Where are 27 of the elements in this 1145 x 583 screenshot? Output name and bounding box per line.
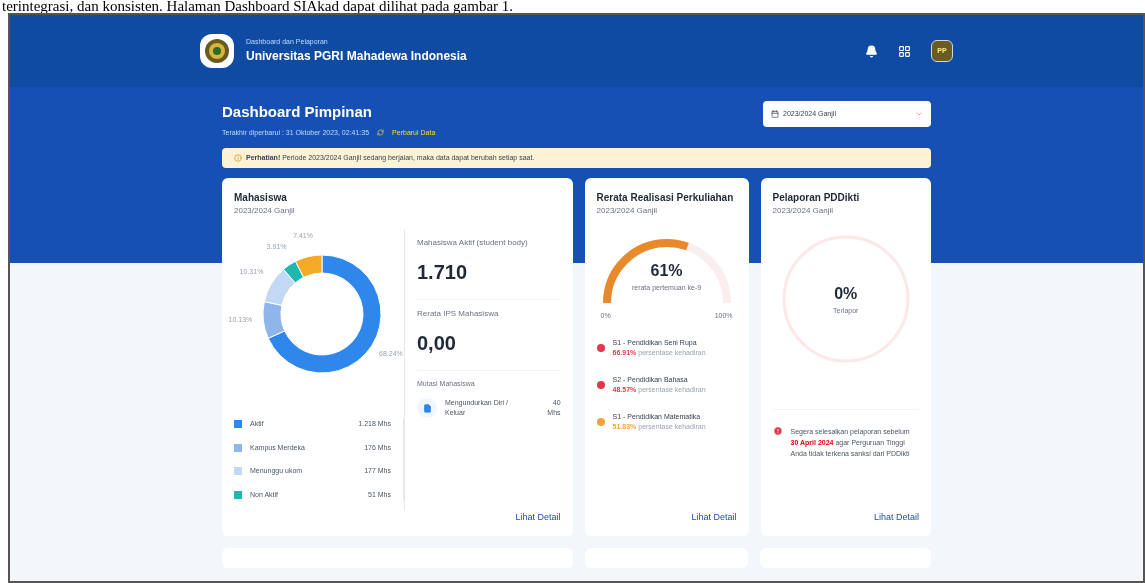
stat-label: Rerata IPS Mahasiswa [417, 308, 500, 320]
stat-value: 0,00 [417, 328, 561, 371]
stat-label: Mahasiswa Aktif (student body) [417, 237, 529, 249]
card-period: 2023/2024 Ganjil [234, 205, 296, 217]
progress-value: 0% [834, 283, 858, 304]
document-text: terintegrasi, dan konsisten. Halaman Dashboard SIAkad dapat dilihat pada gambar 1. [1, 0, 515, 13]
refresh-icon[interactable] [377, 129, 385, 137]
document-icon [417, 398, 437, 418]
card-period: 2023/2024 Ganjil [596, 205, 659, 217]
detail-link[interactable]: Lihat Detail [691, 510, 737, 524]
chevron-down-icon [915, 110, 923, 118]
apps-icon[interactable] [898, 44, 911, 58]
calendar-icon [771, 110, 779, 118]
gauge-value: 61% [650, 261, 683, 281]
detail-link[interactable]: Lihat Detail [515, 510, 561, 524]
card-title: Mahasiswa [234, 191, 288, 205]
warning-icon [772, 426, 783, 436]
detail-link[interactable]: Lihat Detail [873, 510, 919, 524]
card-title: Pelaporan PDDikti [772, 191, 861, 205]
card-title: Rerata Realisasi Perkuliahan [596, 191, 735, 205]
card-period: 2023/2024 Ganjil [772, 205, 835, 217]
page-title: Dashboard Pimpinan [222, 102, 374, 122]
logo-icon [200, 34, 234, 68]
notification-icon[interactable] [865, 44, 878, 58]
stat-value: 1.710 [417, 257, 561, 300]
info-icon [234, 154, 242, 162]
university-name: Universitas PGRI Mahadewa Indonesia [246, 48, 467, 66]
